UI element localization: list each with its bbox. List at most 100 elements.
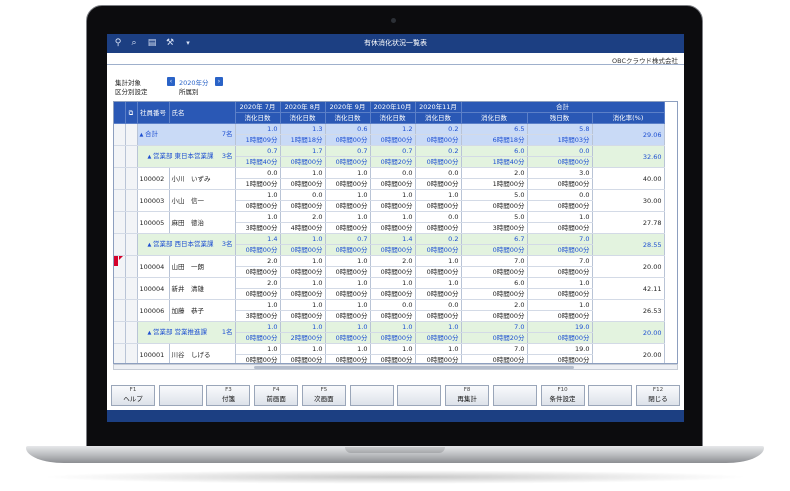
total-remaining-hours: 0時間00分: [527, 288, 593, 300]
row-select-cell[interactable]: [125, 343, 138, 363]
fkey-f12-button[interactable]: F12 閉じる: [636, 385, 680, 406]
total-used-hours: 0時間00分: [461, 244, 528, 256]
month-used-hours: 0時間00分: [370, 200, 416, 212]
row-select-cell[interactable]: [125, 233, 138, 256]
row-select-cell[interactable]: [125, 167, 138, 190]
total-used-hours: 1時間40分: [461, 156, 528, 168]
row-select-cell[interactable]: [125, 123, 138, 146]
usage-rate: 29.06: [592, 123, 665, 146]
fkey-f1-button[interactable]: F1 ヘルプ: [111, 385, 155, 406]
total-remaining-days: 0.0: [527, 189, 593, 201]
employee-id: 100001: [137, 343, 170, 363]
fkey-f5-button[interactable]: F5 次画面: [301, 385, 346, 406]
month-used-days: 1.0: [235, 299, 281, 311]
month-used-hours: 0時間00分: [415, 222, 462, 234]
total-used-hours: 3時間00分: [461, 222, 528, 234]
table-row[interactable]: ▲ 営業部 営業推進課 1名 1.0 1.0 1.0 1.0 1.0 7.0 19.0 20.00: [114, 321, 665, 344]
fkey-f10-button[interactable]: F10 条件設定: [540, 385, 585, 406]
fkey-f3-button[interactable]: F3 付箋: [206, 385, 251, 406]
total-used-hours: 0時間00分: [461, 266, 528, 278]
row-marker: [114, 299, 126, 322]
sticky-note-flag-icon: [119, 256, 123, 260]
fkey-blank-button[interactable]: [397, 385, 442, 406]
row-select-cell[interactable]: [125, 211, 138, 234]
total-used-hours: 0時間00分: [461, 288, 528, 300]
table-row[interactable]: ▲ 営業部 西日本営業課 3名 1.4 1.0 0.7 1.4 0.2 6.7 7.0 28.55: [114, 233, 665, 256]
total-used-days: 7.0: [461, 321, 528, 333]
row-select-cell[interactable]: [125, 277, 138, 300]
month-used-hours: 0時間20分: [370, 156, 416, 168]
col-month-4: 2020年10月: [370, 102, 416, 113]
header-divider: [107, 64, 684, 65]
fkey-blank-button[interactable]: [492, 385, 537, 406]
fkey-label: 次画面: [314, 395, 334, 403]
table-row[interactable]: 100006 加藤 恭子 1.0 1.0 1.0 0.0 0.0 2.0 1.0 26.53: [114, 299, 665, 322]
month-used-days: 0.7: [370, 145, 416, 157]
month-used-days: 1.3: [280, 123, 326, 135]
row-select-cell[interactable]: [125, 321, 138, 344]
laptop-notch: [345, 447, 445, 453]
table-row[interactable]: ▲ 営業部 東日本営業課 3名 0.7 1.7 0.7 0.7 0.2 6.0 0.0 32.60: [114, 145, 665, 168]
laptop-shadow: [40, 470, 750, 484]
month-used-days: 1.0: [280, 277, 326, 289]
row-select-cell[interactable]: [125, 145, 138, 168]
fkey-label: 付箋: [221, 395, 235, 403]
month-used-hours: 0時間00分: [370, 244, 416, 256]
month-used-days: 1.0: [235, 343, 281, 355]
fkey-code: F8: [463, 387, 471, 393]
month-used-hours: 0時間00分: [415, 310, 462, 322]
total-remaining-hours: 0時間00分: [527, 266, 593, 278]
total-used-days: 6.0: [461, 277, 528, 289]
table-row[interactable]: 100002 小川 いずみ 0.0 1.0 1.0 0.0 0.0 2.0 3.0 40.00: [114, 167, 665, 190]
month-used-days: 0.0: [415, 211, 462, 223]
month-used-hours: 0時間00分: [280, 244, 326, 256]
month-used-hours: 0時間00分: [415, 156, 462, 168]
table-row[interactable]: 100004 山田 一朗 2.0 1.0 1.0 2.0 1.0 7.0 7.0 20.00: [114, 255, 665, 278]
table-row[interactable]: 100005 麻田 徳治 1.0 2.0 1.0 1.0 0.0 5.0 1.0 27.78: [114, 211, 665, 234]
row-select-cell[interactable]: [125, 189, 138, 212]
department-name: 営業部 西日本営業課: [152, 240, 214, 248]
employee-id: 100002: [137, 167, 170, 190]
horizontal-scrollbar[interactable]: [113, 364, 678, 370]
total-remaining-hours: 0時間00分: [527, 310, 593, 322]
row-marker: [114, 189, 126, 212]
fkey-code: F3: [225, 387, 232, 393]
row-select-cell[interactable]: [125, 255, 138, 278]
month-used-days: 0.0: [280, 189, 326, 201]
month-used-days: 1.0: [370, 321, 416, 333]
month-used-hours: 0時間00分: [370, 310, 416, 322]
headcount: 1名: [221, 328, 233, 336]
chevron-left-icon[interactable]: ‹: [167, 77, 175, 86]
employee-name: 新井 清雄: [169, 277, 236, 300]
month-used-hours: 1時間09分: [235, 134, 281, 146]
sub-total-remain: 残日数: [527, 112, 593, 124]
month-used-hours: 0時間00分: [280, 354, 326, 363]
fkey-f8-button[interactable]: F8 再集計: [445, 385, 490, 406]
select-all-icon[interactable]: ⧉: [125, 102, 138, 124]
table-row[interactable]: 100003 小山 信一 1.0 0.0 1.0 1.0 1.0 5.0 0.0 30.00: [114, 189, 665, 212]
headcount: 3名: [221, 240, 233, 248]
table-row[interactable]: ▲ 合計 7名 1.0 1.3 0.6 1.2 0.2 6.5 5.8 29.06: [114, 123, 665, 146]
table-row[interactable]: 100001 川谷 しげる 1.0 1.0 1.0 1.0 1.0 7.0 19.0 20.00: [114, 343, 665, 363]
chevron-right-icon[interactable]: ›: [215, 77, 223, 86]
month-used-days: 1.0: [280, 299, 326, 311]
month-used-hours: 0時間00分: [415, 354, 462, 363]
total-used-days: 7.0: [461, 255, 528, 267]
col-employee-id[interactable]: 社員番号: [137, 102, 170, 124]
col-employee-name[interactable]: 氏名: [169, 102, 236, 124]
employee-id: 100005: [137, 211, 170, 234]
total-remaining-days: 7.0: [527, 233, 593, 245]
fkey-blank-button[interactable]: [349, 385, 394, 406]
employee-name: 小山 信一: [169, 189, 236, 212]
fkey-f4-button[interactable]: F4 前画面: [254, 385, 299, 406]
table-row[interactable]: 100004 新井 清雄 2.0 1.0 1.0 1.0 1.0 6.0 1.0 42.11: [114, 277, 665, 300]
month-used-hours: 0時間00分: [370, 266, 416, 278]
scrollbar-thumb[interactable]: [254, 366, 574, 369]
fkey-blank-button[interactable]: [588, 385, 633, 406]
row-select-cell[interactable]: [125, 299, 138, 322]
month-used-days: 0.7: [325, 145, 371, 157]
data-grid: ⧉ 社員番号 氏名 2020年 7月 2020年 8月 2020年 9月 202…: [113, 101, 678, 364]
usage-rate: 20.00: [592, 255, 665, 278]
fkey-blank-button[interactable]: [158, 385, 203, 406]
month-used-days: 1.0: [325, 211, 371, 223]
